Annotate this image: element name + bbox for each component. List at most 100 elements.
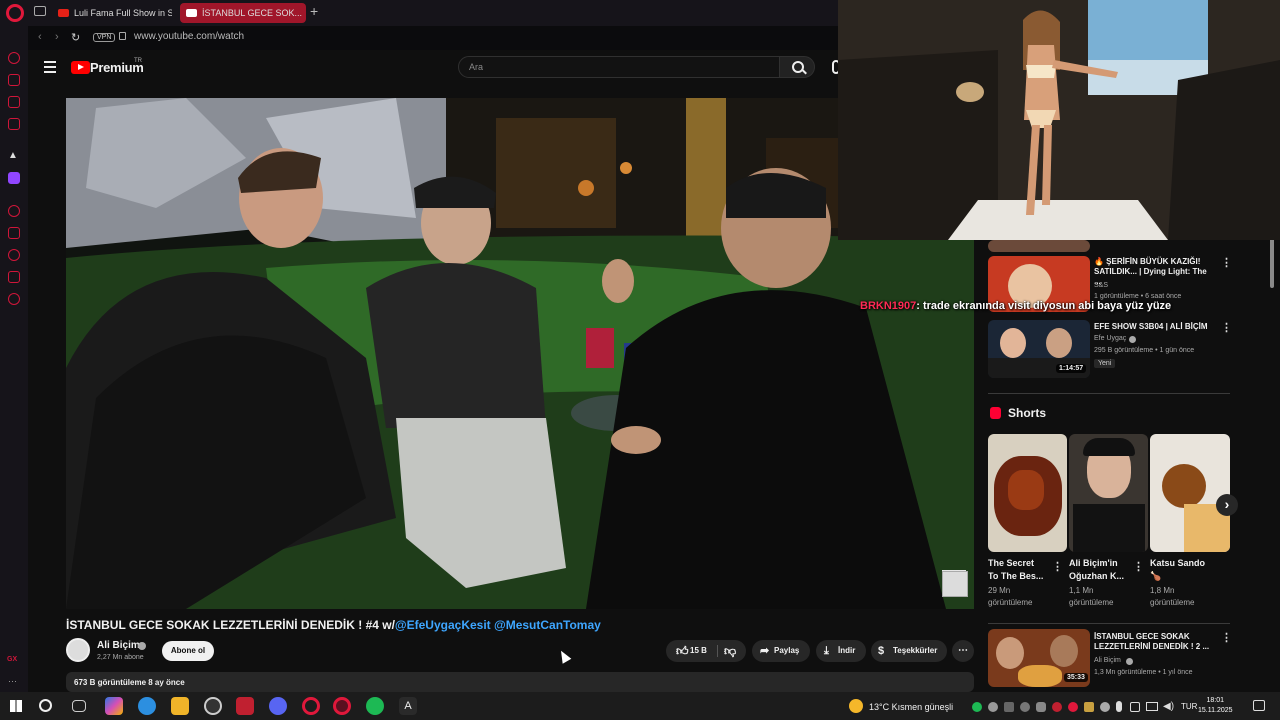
opera-logo-icon[interactable]	[6, 4, 24, 22]
rec-title-3[interactable]: İSTANBUL GECE SOKAK LEZZETLERİNİ DENEDİK …	[1094, 632, 1214, 652]
share-button[interactable]: ➦ Paylaş	[752, 640, 810, 662]
shorts-heading: Shorts	[1008, 406, 1047, 420]
description-box[interactable]: 673 B görüntüleme 8 ay önce	[66, 672, 974, 692]
microphone-tray-icon[interactable]	[1116, 701, 1122, 712]
short-thumbnail-1[interactable]	[988, 434, 1067, 552]
sidebar-extensions-icon[interactable]	[8, 271, 20, 283]
thanks-button[interactable]: $ Teşekkürler	[871, 640, 947, 662]
taskbar-search-icon[interactable]	[39, 699, 52, 712]
video-editor-icon[interactable]	[236, 697, 254, 715]
discord-icon[interactable]	[269, 697, 287, 715]
volume-icon[interactable]: ◀)	[1163, 701, 1174, 712]
tray-icon[interactable]	[1100, 702, 1110, 712]
rec-title-1[interactable]: 🔥 ŞERİFİN BÜYÜK KAZIĞI! SATILDIK... | Dyi…	[1094, 257, 1214, 287]
network-icon[interactable]	[1146, 702, 1158, 711]
reload-icon[interactable]: ↻	[71, 31, 80, 44]
sidebar-bookmarks-icon[interactable]	[8, 227, 20, 239]
short-more-icon-1[interactable]: ⋮	[1052, 560, 1063, 573]
weather-icon[interactable]	[849, 699, 863, 713]
spotify-icon[interactable]	[366, 697, 384, 715]
tray-icon[interactable]	[1084, 702, 1094, 712]
search-button[interactable]	[779, 56, 815, 78]
sidebar-settings-icon[interactable]	[8, 293, 20, 305]
like-count[interactable]: 15 B	[690, 640, 707, 662]
dislike-icon[interactable]: 👎︎	[724, 640, 736, 662]
more-actions-button[interactable]: ⋯	[952, 640, 974, 662]
tray-icon[interactable]	[1052, 702, 1062, 712]
short-title-1[interactable]: The Secret To The Bes...	[988, 557, 1052, 583]
sidebar-messenger-icon[interactable]	[8, 96, 20, 108]
rec-channel-1[interactable]: S&S	[1094, 282, 1108, 289]
hamburger-menu-icon[interactable]	[44, 61, 56, 76]
app-icon[interactable]	[204, 697, 222, 715]
tray-spotify-icon[interactable]	[972, 702, 982, 712]
channel-name[interactable]: Ali Biçim	[97, 640, 140, 651]
subscribe-button[interactable]: Abone ol	[162, 641, 214, 661]
rec-channel-3[interactable]: Ali Biçim	[1094, 657, 1121, 664]
subscriber-count: 2,27 Mn abone	[97, 654, 144, 661]
rec-thumbnail-partial[interactable]	[988, 240, 1090, 252]
sidebar-twitch-icon[interactable]	[8, 172, 20, 184]
download-button[interactable]: ⤓ İndir	[816, 640, 866, 662]
channel-avatar[interactable]	[66, 638, 90, 662]
tray-opera-icon[interactable]	[1068, 702, 1078, 712]
search-input[interactable]: Ara	[458, 56, 780, 78]
taskbar-clock[interactable]: 18:01 15.11.2025	[1198, 696, 1233, 716]
rec-meta-3: 1,3 Mn görüntüleme • 1 yıl önce	[1094, 669, 1193, 676]
share-icon: ➦	[760, 645, 770, 657]
youtube-logo-icon[interactable]	[71, 61, 90, 74]
opera-taskbar-icon[interactable]	[302, 697, 320, 715]
sidebar-bag-icon[interactable]	[8, 74, 20, 86]
sidebar-aria-icon[interactable]	[8, 52, 20, 64]
sidebar-ai-icon[interactable]: ▲	[8, 150, 20, 162]
app-a-icon[interactable]: A	[399, 697, 417, 715]
language-indicator[interactable]: TUR	[1181, 702, 1197, 711]
forward-icon[interactable]: ›	[55, 31, 59, 43]
sidebar-gx-icon[interactable]: GX	[7, 656, 17, 663]
chat-text: : trade ekranında visit diyosun abi baya…	[916, 300, 1172, 312]
task-view-icon[interactable]	[72, 700, 86, 712]
tray-icon[interactable]	[1004, 702, 1014, 712]
sidebar-more-icon[interactable]: ⋯	[8, 676, 17, 687]
channel-watermark-icon[interactable]	[942, 571, 968, 597]
verified-icon	[1126, 658, 1133, 665]
vpn-badge[interactable]: VPN	[93, 33, 116, 42]
tray-icon[interactable]	[988, 702, 998, 712]
title-mention-links[interactable]: @EfeUygaçKesit @MesutCanTomay	[395, 618, 601, 632]
like-icon[interactable]: 👍︎	[676, 640, 689, 662]
picture-in-picture-video[interactable]	[838, 0, 1280, 240]
chat-username: BRKN1907	[860, 300, 917, 312]
file-explorer-icon[interactable]	[171, 697, 189, 715]
browser-tab-1[interactable]: Luli Fama Full Show in SL...	[52, 3, 172, 23]
tray-discord-icon[interactable]	[1036, 702, 1046, 712]
tray-steam-icon[interactable]	[1020, 702, 1030, 712]
edge-icon[interactable]	[138, 697, 156, 715]
opera-gx-taskbar-icon[interactable]	[333, 697, 351, 715]
rec-title-2[interactable]: EFE SHOW S3B04 | ALİ BİÇİM	[1094, 322, 1214, 332]
sidebar-player-icon[interactable]	[8, 205, 20, 217]
region-label: TR	[134, 58, 142, 64]
tab-switcher-icon[interactable]	[34, 6, 46, 16]
weather-text[interactable]: 13°C Kısmen güneşli	[869, 702, 953, 712]
shorts-next-button[interactable]: ›	[1216, 494, 1238, 516]
short-thumbnail-2[interactable]	[1069, 434, 1148, 552]
rec-more-icon-2[interactable]: ⋮	[1221, 321, 1232, 334]
video-title: İSTANBUL GECE SOKAK LEZZETLERİNİ DENEDİK…	[66, 618, 601, 632]
short-more-icon-2[interactable]: ⋮	[1133, 560, 1144, 573]
windows-start-icon[interactable]	[10, 700, 22, 712]
rec-more-icon-3[interactable]: ⋮	[1221, 631, 1232, 644]
new-tab-button[interactable]: +	[310, 3, 318, 19]
short-title-2[interactable]: Ali Biçim'in Oğuzhan K...	[1069, 557, 1133, 583]
back-icon[interactable]: ‹	[38, 31, 42, 43]
sidebar-instagram-icon[interactable]	[8, 118, 20, 130]
short-thumbnail-3[interactable]	[1150, 434, 1230, 552]
notification-icon[interactable]	[1253, 700, 1265, 711]
rec-channel-2[interactable]: Efe Uygaç	[1094, 335, 1126, 342]
rec-more-icon-1[interactable]: ⋮	[1221, 256, 1232, 269]
short-title-3[interactable]: Katsu Sando 🍗	[1150, 557, 1214, 583]
copilot-icon[interactable]	[105, 697, 123, 715]
browser-tab-2-active[interactable]: İSTANBUL GECE SOK...	[180, 3, 306, 23]
url-field[interactable]: www.youtube.com/watch	[134, 31, 244, 42]
tray-icon[interactable]	[1130, 702, 1140, 712]
sidebar-history-icon[interactable]	[8, 249, 20, 261]
